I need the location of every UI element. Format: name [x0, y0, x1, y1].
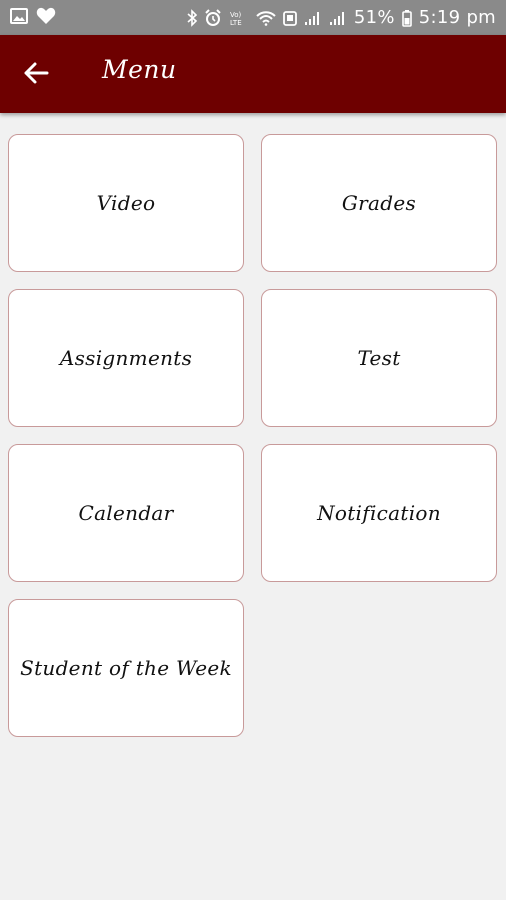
menu-tile-student-of-the-week[interactable]: Student of the Week: [8, 599, 244, 737]
app-bar: Menu: [0, 35, 506, 113]
menu-tile-calendar[interactable]: Calendar: [8, 444, 244, 582]
menu-tile-test[interactable]: Test: [261, 289, 497, 427]
page-title: Menu: [102, 55, 177, 84]
data-icon: [282, 9, 297, 27]
alarm-icon: [204, 8, 222, 27]
menu-tile-video[interactable]: Video: [8, 134, 244, 272]
menu-tile-notification[interactable]: Notification: [261, 444, 497, 582]
back-button[interactable]: [18, 57, 54, 93]
arrow-left-icon: [23, 61, 49, 89]
bluetooth-icon: [187, 8, 197, 27]
clock-time: 5:19 pm: [418, 7, 496, 28]
heart-icon: [36, 7, 56, 25]
menu-tile-label: Test: [357, 346, 401, 370]
signal-icon: [329, 10, 347, 26]
battery-icon: [401, 9, 412, 27]
menu-tile-label: Video: [96, 191, 156, 215]
menu-tile-label: Student of the Week: [20, 656, 232, 680]
signal-icon: [304, 10, 322, 26]
menu-tile-assignments[interactable]: Assignments: [8, 289, 244, 427]
menu-tile-grades[interactable]: Grades: [261, 134, 497, 272]
volte-icon: Vo) LTE: [229, 9, 249, 27]
svg-text:Vo): Vo): [230, 11, 242, 19]
menu-tile-label: Notification: [317, 501, 441, 525]
battery-percent: 51%: [353, 7, 395, 28]
status-bar: Vo) LTE 51% 5:19 pm: [0, 0, 506, 35]
wifi-icon: [256, 10, 276, 26]
menu-tile-label: Assignments: [59, 346, 193, 370]
menu-tile-label: Calendar: [78, 501, 174, 525]
menu-tile-label: Grades: [341, 191, 417, 215]
image-icon: [10, 8, 28, 24]
svg-text:LTE: LTE: [230, 19, 242, 27]
